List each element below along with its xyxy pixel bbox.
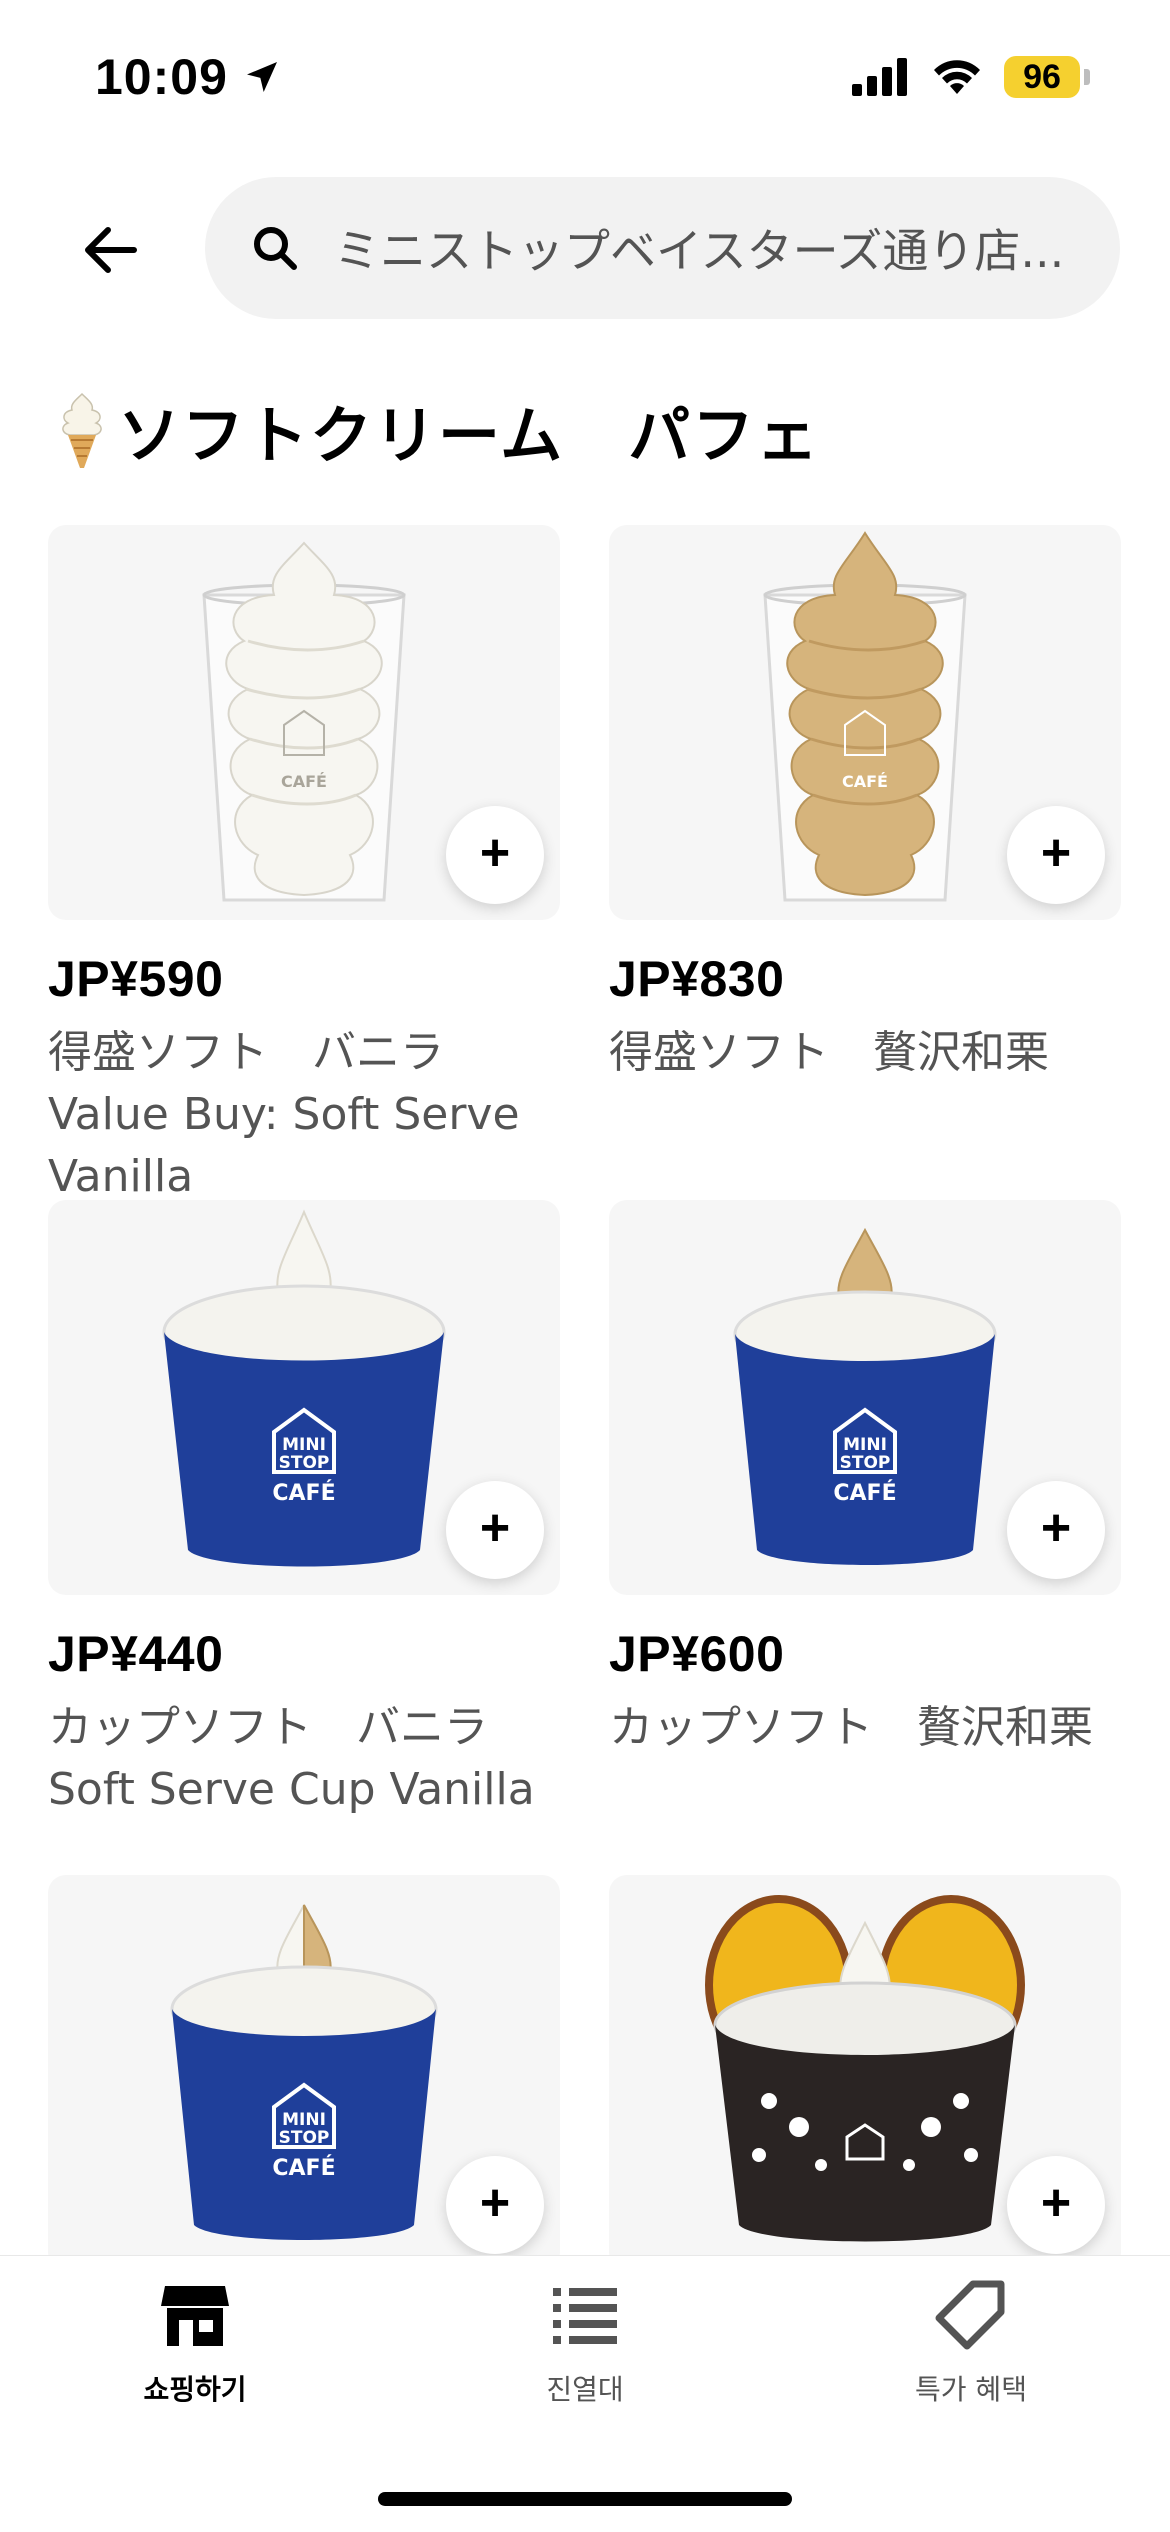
add-to-cart-button[interactable]: + (446, 806, 544, 904)
svg-text:MINI: MINI (282, 1435, 326, 1455)
svg-text:STOP: STOP (279, 1453, 330, 1473)
product-name: カップソフト 贅沢和栗 (609, 1702, 1093, 1753)
add-to-cart-button[interactable]: + (1007, 2156, 1105, 2254)
location-arrow-icon (246, 62, 277, 92)
list-icon (553, 2288, 617, 2344)
plus-icon: + (479, 1499, 511, 1557)
product-image: CAFÉ + (609, 525, 1121, 920)
status-indicators: 96 (852, 56, 1090, 98)
svg-text:MINI: MINI (282, 2110, 326, 2130)
plus-icon: + (1040, 1499, 1072, 1557)
add-to-cart-button[interactable]: + (446, 1481, 544, 1579)
mini-stop-cafe-logo-text: CAFÉ (281, 772, 327, 791)
product-price: JP¥600 (609, 1626, 785, 1682)
product-price: JP¥440 (48, 1626, 224, 1682)
nav-label: 특가 혜택 (915, 2373, 1027, 2406)
svg-text:CAFÉ: CAFÉ (272, 1480, 335, 1506)
home-indicator (378, 2492, 792, 2506)
wifi-icon (934, 60, 980, 94)
plus-icon: + (479, 2174, 511, 2232)
bottom-navigation: 쇼핑하기 진열대 특가 혜택 (0, 2255, 1170, 2532)
product-image: MINI STOP CAFÉ + (609, 1200, 1121, 1595)
svg-text:STOP: STOP (279, 2128, 330, 2148)
product-image: + (609, 1875, 1121, 2270)
nav-tab-deals[interactable]: 특가 혜택 (851, 2278, 1091, 2408)
product-image: MINI STOP CAFÉ + (48, 1200, 560, 1595)
plus-icon: + (479, 824, 511, 882)
search-bar[interactable]: ミニストップベイスターズ通り店... (205, 177, 1120, 319)
status-bar: 10:09 96 (0, 0, 1170, 150)
product-card[interactable]: + (609, 1875, 1121, 2270)
plus-icon: + (1040, 2174, 1072, 2232)
store-icon (161, 2286, 229, 2346)
battery-cap (1084, 69, 1090, 85)
product-card[interactable]: CAFÉ + JP¥830 得盛ソフト 贅沢和栗 (609, 525, 1121, 1084)
status-time-text: 10:09 (95, 49, 228, 105)
search-text: ミニストップベイスターズ通り店... (334, 224, 1065, 278)
nav-label: 진열대 (546, 2373, 624, 2406)
nav-tab-shelf[interactable]: 진열대 (465, 2278, 705, 2408)
product-name: カップソフト バニラ Soft Serve Cup Vanilla (48, 1702, 535, 1815)
add-to-cart-button[interactable]: + (1007, 806, 1105, 904)
battery-indicator: 96 (1004, 56, 1080, 98)
tag-icon (935, 2280, 1005, 2350)
svg-text:MINI: MINI (843, 1435, 887, 1455)
product-image: CAFÉ + (48, 525, 560, 920)
product-price: JP¥830 (609, 951, 785, 1007)
add-to-cart-button[interactable]: + (1007, 1481, 1105, 1579)
back-arrow-icon (85, 227, 137, 273)
mini-stop-cafe-logo-text: CAFÉ (842, 772, 888, 791)
soft-serve-cone-icon (62, 392, 102, 468)
add-to-cart-button[interactable]: + (446, 2156, 544, 2254)
status-time: 10:09 (95, 48, 282, 106)
product-name: 得盛ソフト 贅沢和栗 (609, 1027, 1049, 1078)
signal-icon (852, 58, 907, 96)
product-name: 得盛ソフト バニラ Value Buy: Soft Serve Vanilla (48, 1027, 520, 1202)
svg-text:CAFÉ: CAFÉ (833, 1480, 896, 1506)
product-card[interactable]: MINI STOP CAFÉ + JP¥440 カップソフト バニラ Soft … (48, 1200, 560, 1821)
product-price: JP¥590 (48, 951, 224, 1007)
product-image: MINI STOP CAFÉ + (48, 1875, 560, 2270)
nav-tab-shopping[interactable]: 쇼핑하기 (75, 2278, 315, 2408)
section-header: ソフトクリーム パフェ (52, 385, 820, 475)
back-button[interactable] (60, 200, 160, 300)
svg-text:CAFÉ: CAFÉ (272, 2155, 335, 2181)
product-card[interactable]: MINI STOP CAFÉ + JP¥600 カップソフト 贅沢和栗 (609, 1200, 1121, 1759)
section-title: ソフトクリーム パフェ (118, 399, 821, 472)
plus-icon: + (1040, 824, 1072, 882)
search-icon (254, 227, 297, 270)
product-card[interactable]: MINI STOP CAFÉ + (48, 1875, 560, 2270)
product-card[interactable]: CAFÉ + JP¥590 得盛ソフト バニラ Value Buy: Soft … (48, 525, 560, 1208)
svg-text:STOP: STOP (840, 1453, 891, 1473)
nav-label: 쇼핑하기 (143, 2373, 247, 2406)
